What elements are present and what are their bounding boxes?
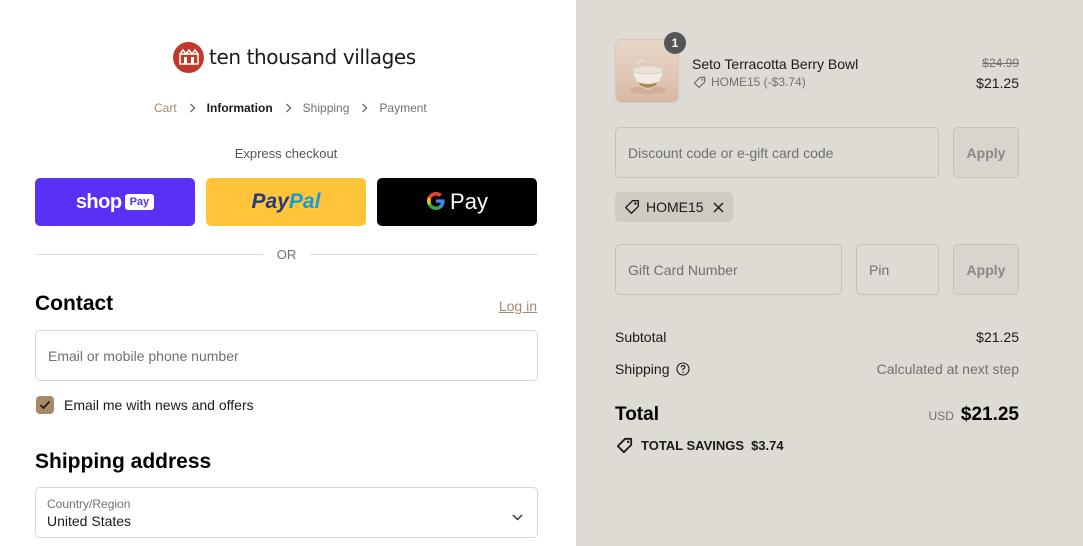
country-select[interactable]: Country/Region United States <box>35 487 538 538</box>
original-price: $24.99 <box>982 56 1019 70</box>
paypal-wordmark: PayPal <box>251 190 321 213</box>
or-label: OR <box>276 246 297 262</box>
product-discount: HOME15 (-$3.74) <box>693 75 806 89</box>
login-link[interactable]: Log in <box>499 298 537 314</box>
total-amount: $21.25 <box>960 404 1019 425</box>
google-g-icon <box>426 191 446 214</box>
total-label: Total <box>615 404 659 425</box>
newsletter-checkbox[interactable] <box>36 396 54 414</box>
applied-discount-code: HOME15 <box>646 199 704 215</box>
gift-card-input[interactable] <box>616 245 841 294</box>
brand-name: ten thousand villages <box>209 45 416 69</box>
currency-code: USD <box>928 409 954 423</box>
breadcrumb-cart[interactable]: Cart <box>154 101 177 115</box>
divider-line <box>310 253 538 255</box>
breadcrumb-shipping: Shipping <box>302 101 350 115</box>
tag-icon <box>693 76 706 89</box>
express-checkout-label: Express checkout <box>234 146 338 161</box>
newsletter-option[interactable]: Email me with news and offers <box>36 396 254 414</box>
applied-discount-chip: HOME15 <box>615 192 733 222</box>
pin-input[interactable] <box>857 245 938 294</box>
help-icon[interactable] <box>675 362 690 376</box>
product-name: Seto Terracotta Berry Bowl <box>692 56 859 72</box>
brand-logo-icon <box>173 41 204 73</box>
apply-discount-button[interactable]: Apply <box>953 127 1019 178</box>
chevron-right-icon <box>361 103 368 113</box>
total-value: USD $21.25 <box>929 404 1019 426</box>
country-value: United States <box>47 513 132 529</box>
shop-pay-button[interactable]: shop Pay <box>35 178 195 226</box>
quantity-badge: 1 <box>664 32 686 54</box>
checkmark-icon <box>39 400 51 410</box>
shop-pay-badge: Pay <box>124 194 155 210</box>
contact-heading: Contact <box>35 292 114 315</box>
newsletter-label: Email me with news and offers <box>64 397 254 413</box>
divider-line <box>35 253 263 255</box>
checkout-main: ten thousand villages Cart Information S… <box>0 0 576 546</box>
savings-label: TOTAL SAVINGS <box>641 438 745 453</box>
brand-logo[interactable]: ten thousand villages <box>173 41 416 73</box>
shipping-value: Calculated at next step <box>876 361 1019 377</box>
google-pay-button[interactable]: Pay <box>377 178 537 226</box>
gift-card-field[interactable] <box>615 244 842 295</box>
paypal-button[interactable]: PayPal <box>206 178 366 226</box>
breadcrumb-information: Information <box>206 101 273 115</box>
shop-pay-wordmark: shop <box>75 190 122 213</box>
chevron-down-icon <box>512 508 523 526</box>
remove-discount-close-icon[interactable] <box>713 202 724 213</box>
or-divider: OR <box>35 246 538 262</box>
google-pay-wordmark: Pay <box>450 189 488 214</box>
item-price: $21.25 <box>976 75 1019 91</box>
discount-code-field[interactable] <box>615 127 939 178</box>
chevron-right-icon <box>285 103 292 113</box>
chevron-right-icon <box>189 103 196 113</box>
breadcrumb-payment: Payment <box>379 101 427 115</box>
email-field[interactable] <box>35 330 538 381</box>
breadcrumb: Cart Information Shipping Payment <box>154 101 427 115</box>
discount-code-input[interactable] <box>616 128 938 177</box>
savings-amount: $3.74 <box>751 438 784 453</box>
pin-field[interactable] <box>856 244 939 295</box>
apply-gift-card-button[interactable]: Apply <box>953 244 1019 295</box>
subtotal-value: $21.25 <box>976 329 1019 345</box>
order-summary-panel: 1 Seto Terracotta Berry Bowl HOME15 (-$3… <box>576 0 1083 546</box>
email-input[interactable] <box>36 331 537 380</box>
shipping-label: Shipping <box>615 361 690 377</box>
country-label: Country/Region <box>47 497 131 511</box>
product-discount-label: HOME15 (-$3.74) <box>711 75 806 89</box>
tag-icon <box>624 199 640 215</box>
subtotal-label: Subtotal <box>615 329 667 345</box>
total-savings: TOTAL SAVINGS $3.74 <box>616 437 784 454</box>
shipping-address-heading: Shipping address <box>35 450 212 473</box>
tag-icon <box>616 437 633 454</box>
